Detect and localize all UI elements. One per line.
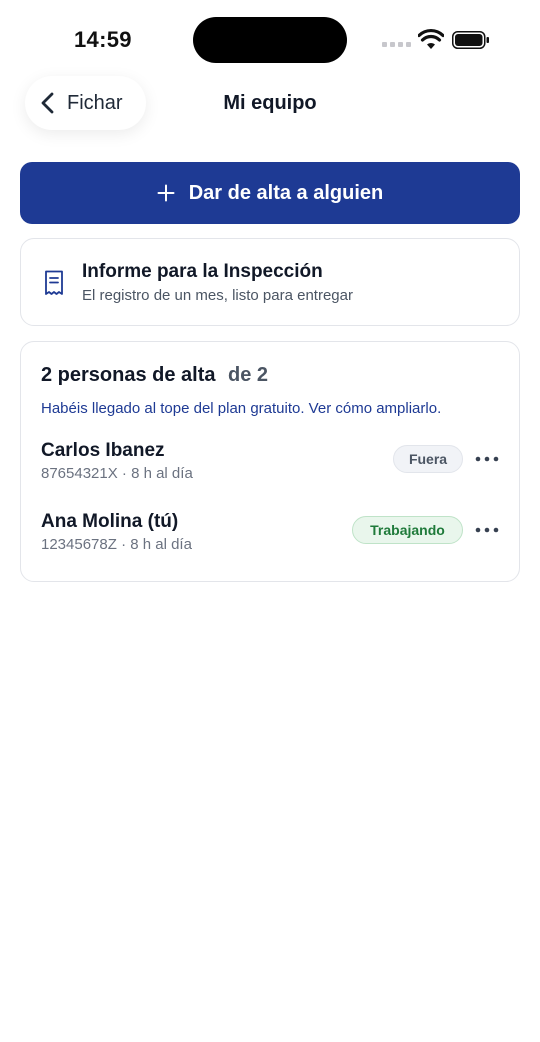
team-count: 2 personas de alta [41,364,216,386]
report-subtitle: El registro de un mes, listo para entreg… [82,287,353,304]
add-person-button[interactable]: Dar de alta a alguien [20,162,520,224]
status-bar: 14:59 [0,0,540,80]
wifi-icon [418,28,444,49]
more-icon[interactable] [474,520,500,540]
inspection-report-card[interactable]: Informe para la Inspección El registro d… [20,238,520,326]
dynamic-island [193,17,347,63]
member-meta: 87654321X · 8 h al día [41,465,193,482]
battery-icon [452,31,489,49]
member-row[interactable]: Carlos Ibanez 87654321X · 8 h al día Fue… [21,440,521,496]
member-row[interactable]: Ana Molina (tú) 12345678Z · 8 h al día T… [21,511,521,567]
member-name: Carlos Ibanez [41,440,165,461]
status-time: 14:59 [74,27,132,52]
team-limit: de 2 [228,364,269,386]
receipt-icon [45,270,63,295]
page-title: Mi equipo [223,92,317,114]
member-meta: 12345678Z · 8 h al día [41,536,192,553]
plan-limit-notice-link[interactable]: Habéis llegado al tope del plan gratuito… [41,400,441,417]
report-title: Informe para la Inspección [82,261,323,282]
member-name: Ana Molina (tú) [41,511,179,532]
status-badge: Fuera [393,445,463,473]
plus-icon [157,184,175,202]
more-icon[interactable] [474,449,500,469]
add-person-label: Dar de alta a alguien [188,181,384,204]
team-card: 2 personas de alta de 2 Habéis llegado a… [20,341,520,582]
signal-icon [382,42,412,48]
status-badge: Trabajando [352,516,463,544]
